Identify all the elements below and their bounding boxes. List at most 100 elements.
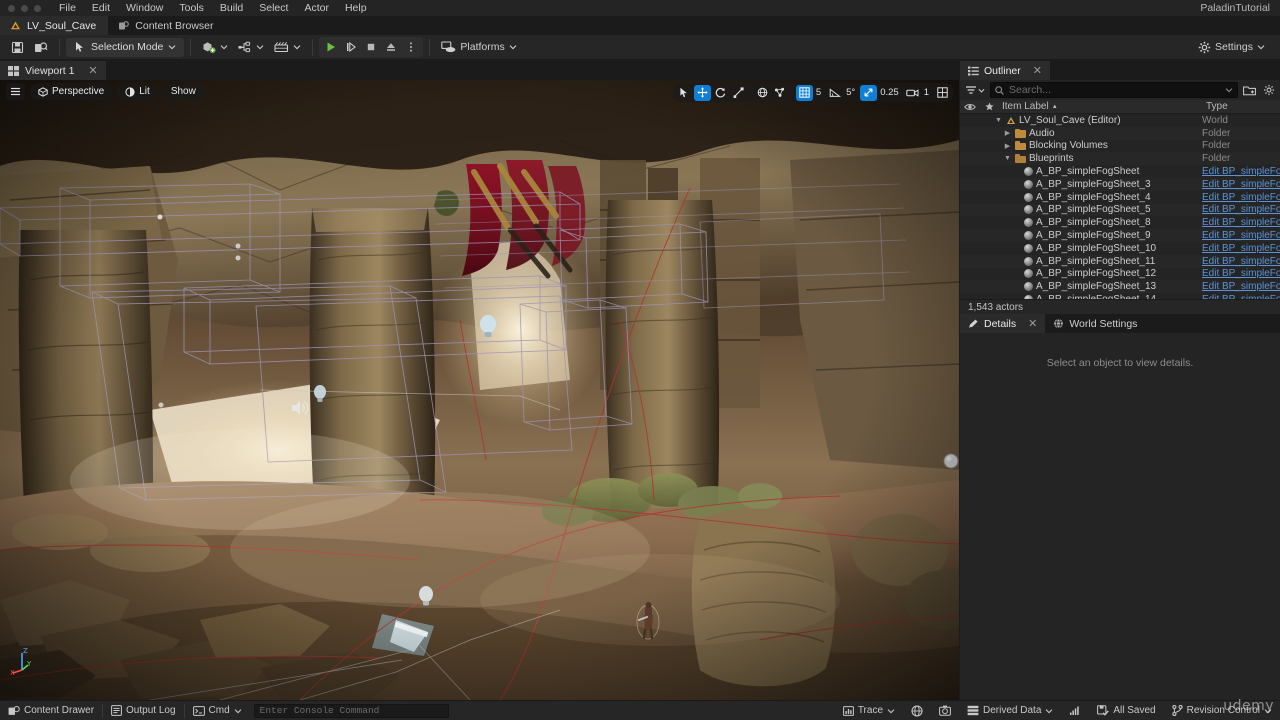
trace-dropdown[interactable]: Trace [835, 701, 903, 720]
outliner-row-edit-link[interactable]: Edit BP_simpleFogSh [1202, 179, 1280, 190]
camera-speed-value[interactable]: 1 [922, 87, 933, 98]
cmd-dropdown[interactable]: Cmd [185, 701, 250, 720]
level-viewport[interactable]: Perspective Lit Show 5 5° 0.25 1 Z X Y [0, 80, 959, 700]
close-outliner-icon[interactable]: ✕ [1033, 64, 1042, 77]
outliner-row[interactable]: A_BP_simpleFogSheet_10 Edit BP_simpleFogS… [960, 242, 1280, 255]
menu-edit[interactable]: Edit [84, 0, 118, 16]
type-column-header[interactable]: Type [1202, 101, 1280, 112]
outliner-row-edit-link[interactable]: Edit BP_simpleFogSh [1202, 166, 1280, 177]
platforms-dropdown[interactable]: Platforms [436, 38, 521, 57]
grid-snap-value[interactable]: 5 [814, 87, 825, 98]
menu-window[interactable]: Window [118, 0, 171, 16]
show-flags-button[interactable]: Show [162, 83, 204, 100]
network-status-button[interactable] [903, 701, 931, 720]
browse-content-button[interactable] [29, 38, 53, 57]
tab-world-settings[interactable]: World Settings [1045, 314, 1146, 333]
outliner-row-edit-link[interactable]: Edit BP_simpleFogSh [1202, 230, 1280, 241]
minimize-window-dot[interactable] [21, 4, 28, 12]
camera-mode-button[interactable]: Perspective [30, 83, 113, 100]
expander-right-icon[interactable]: ▶ [1003, 129, 1012, 137]
camera-speed-button[interactable] [904, 85, 921, 101]
outliner-row[interactable]: ▶ Audio Folder [960, 126, 1280, 140]
menu-tools[interactable]: Tools [171, 0, 212, 16]
outliner-row-edit-link[interactable]: Edit BP_simpleFogSh [1202, 204, 1280, 215]
console-command-box[interactable] [253, 703, 449, 718]
outliner-row[interactable]: ▼ LV_Soul_Cave (Editor) World [960, 114, 1280, 127]
menu-actor[interactable]: Actor [296, 0, 337, 16]
view-mode-button[interactable]: Lit [117, 83, 158, 100]
scale-snap-value[interactable]: 0.25 [878, 87, 903, 98]
outliner-row[interactable]: ▼ Blueprints Folder [960, 152, 1280, 166]
settings-dropdown[interactable]: Settings [1193, 38, 1270, 57]
coordinate-system-button[interactable] [754, 85, 771, 101]
close-viewport-tab-icon[interactable]: ✕ [88, 64, 97, 77]
angle-snap-value[interactable]: 5° [844, 87, 859, 98]
output-log-button[interactable]: Output Log [103, 701, 183, 720]
all-saved-button[interactable]: All Saved [1089, 701, 1163, 720]
expander-down-icon[interactable]: ▼ [994, 117, 1003, 124]
rotate-tool-button[interactable] [712, 85, 729, 101]
outliner-row[interactable]: A_BP_simpleFogSheet_5 Edit BP_simpleFogSh [960, 203, 1280, 217]
outliner-row-edit-link[interactable]: Edit BP_simpleFogSh [1202, 294, 1280, 299]
new-folder-button[interactable] [1242, 82, 1257, 98]
content-drawer-button[interactable]: Content Drawer [0, 701, 102, 720]
outliner-row-edit-link[interactable]: Edit BP_simpleFogSh [1202, 281, 1280, 292]
outliner-row-list[interactable]: ▼ LV_Soul_Cave (Editor) World ▶ Audio Folder ▶… [960, 114, 1280, 299]
select-tool-button[interactable] [676, 85, 693, 101]
move-tool-button[interactable] [693, 84, 711, 101]
tab-content-browser[interactable]: Content Browser [108, 16, 226, 35]
outliner-row[interactable]: A_BP_simpleFogSheet Edit BP_simpleFogSh [960, 165, 1280, 178]
skip-play-button[interactable] [342, 38, 360, 56]
stop-button[interactable] [362, 38, 380, 56]
tab-details[interactable]: Details ✕ [960, 314, 1046, 333]
close-details-icon[interactable]: ✕ [1028, 317, 1037, 330]
close-window-dot[interactable] [8, 4, 15, 12]
outliner-row[interactable]: A_BP_simpleFogSheet_11 Edit BP_simpleFogS… [960, 254, 1280, 268]
outliner-row[interactable]: A_BP_simpleFogSheet_12 Edit BP_simpleFogS… [960, 268, 1280, 281]
console-command-input[interactable] [259, 705, 443, 716]
add-actor-button[interactable] [197, 38, 233, 57]
viewport-menu-button[interactable] [6, 83, 25, 100]
expander-down-icon[interactable]: ▼ [1003, 155, 1012, 162]
outliner-row[interactable]: A_BP_simpleFogSheet_14 Edit BP_simpleFogS… [960, 293, 1280, 299]
outliner-row[interactable]: A_BP_simpleFogSheet_9 Edit BP_simpleFogSh [960, 229, 1280, 242]
menu-select[interactable]: Select [251, 0, 296, 16]
play-options-button[interactable] [402, 38, 420, 56]
expander-right-icon[interactable]: ▶ [1003, 142, 1012, 150]
outliner-settings-button[interactable] [1261, 82, 1276, 98]
surface-snap-button[interactable] [772, 85, 789, 101]
play-button[interactable] [322, 38, 340, 56]
save-button[interactable] [6, 38, 29, 57]
outliner-row[interactable]: A_BP_simpleFogSheet_4 Edit BP_simpleFogSh [960, 191, 1280, 204]
derived-data-dropdown[interactable]: Derived Data [959, 701, 1061, 720]
outliner-row-edit-link[interactable]: Edit BP_simpleFogSh [1202, 192, 1280, 203]
menu-file[interactable]: File [51, 0, 84, 16]
screenshot-button[interactable] [931, 701, 959, 720]
outliner-row-edit-link[interactable]: Edit BP_simpleFogSh [1202, 268, 1280, 279]
tab-outliner[interactable]: Outliner ✕ [960, 61, 1050, 80]
performance-button[interactable] [1061, 701, 1089, 720]
outliner-search-input[interactable] [1009, 84, 1220, 96]
maximize-window-dot[interactable] [34, 4, 41, 12]
outliner-search-box[interactable] [990, 82, 1238, 98]
revision-control-dropdown[interactable]: Revision Control [1164, 701, 1280, 720]
visibility-column-header[interactable] [960, 103, 980, 111]
outliner-row-edit-link[interactable]: Edit BP_simpleFogSh [1202, 217, 1280, 228]
outliner-row-edit-link[interactable]: Edit BP_simpleFogSh [1202, 243, 1280, 254]
angle-snap-toggle[interactable] [826, 85, 843, 101]
maximize-viewport-button[interactable] [934, 85, 951, 101]
blueprints-button[interactable] [233, 38, 269, 57]
outliner-row[interactable]: ▶ Blocking Volumes Folder [960, 140, 1280, 153]
pin-column-header[interactable] [980, 102, 998, 111]
outliner-row[interactable]: A_BP_simpleFogSheet_8 Edit BP_simpleFogSh [960, 216, 1280, 229]
cinematics-button[interactable] [269, 38, 306, 57]
window-controls[interactable] [0, 4, 51, 12]
eject-button[interactable] [382, 38, 400, 56]
scale-tool-button[interactable] [730, 85, 747, 101]
menu-build[interactable]: Build [212, 0, 251, 16]
item-label-column-header[interactable]: Item Label ▲ [998, 101, 1202, 112]
outliner-row-edit-link[interactable]: Edit BP_simpleFogSh [1202, 256, 1280, 267]
viewport-3d-scene[interactable] [0, 80, 959, 700]
outliner-row[interactable]: A_BP_simpleFogSheet_13 Edit BP_simpleFogS… [960, 280, 1280, 294]
scale-snap-toggle[interactable] [860, 84, 878, 101]
